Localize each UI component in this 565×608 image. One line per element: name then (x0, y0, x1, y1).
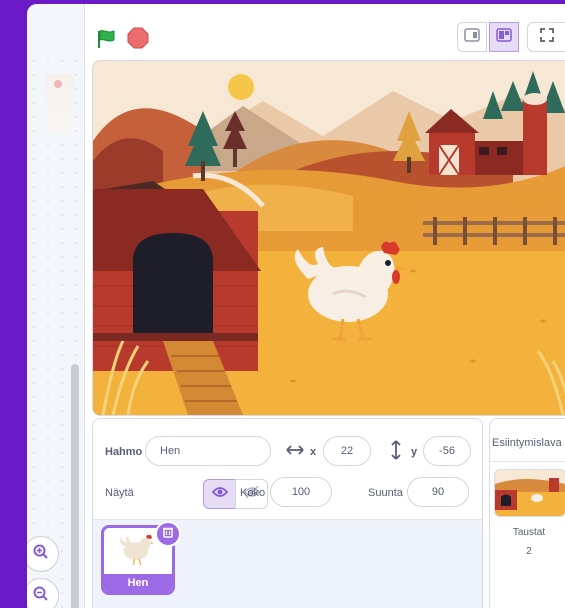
sprite-name-input[interactable]: Hen (145, 436, 271, 466)
zoom-out-icon (32, 585, 50, 608)
stop-button[interactable] (127, 27, 149, 54)
backdrops-label: Taustat (512, 527, 546, 538)
x-input[interactable]: 22 (323, 436, 371, 466)
eye-icon (211, 485, 228, 503)
y-label: y (411, 446, 418, 458)
y-value: -56 (439, 445, 455, 457)
y-input[interactable]: -56 (423, 436, 471, 466)
direction-value: 90 (431, 486, 445, 498)
fullscreen-icon (540, 27, 554, 47)
x-label: x (310, 446, 317, 458)
hen-sprite[interactable] (288, 239, 408, 349)
trash-icon (162, 525, 174, 543)
size-value: 100 (291, 486, 311, 498)
stage-selector-divider (490, 461, 565, 462)
fullscreen-button[interactable] (527, 22, 565, 52)
sprite-name-value: Hen (160, 445, 181, 457)
scratch-editor-window: Hahmo Hen x 22 y -56 Näytä Koko 100 Suun… (27, 4, 565, 608)
stop-icon (127, 27, 149, 53)
stage-selector-panel[interactable]: Esiintymislava Taustat 2 (489, 418, 565, 608)
large-stage-button[interactable] (489, 22, 519, 52)
small-stage-icon (464, 27, 480, 47)
code-area[interactable] (27, 4, 85, 608)
show-sprite-button[interactable] (203, 479, 236, 509)
backdrop-thumbnail-image (495, 470, 565, 516)
small-stage-button[interactable] (457, 22, 487, 52)
sprite-info-panel: Hahmo Hen x 22 y -56 Näytä Koko 100 Suun… (93, 419, 482, 520)
sprite-pane: Hahmo Hen x 22 y -56 Näytä Koko 100 Suun… (92, 418, 483, 608)
sprite-thumbnail-name: Hen (104, 574, 172, 592)
size-input[interactable]: 100 (270, 477, 332, 507)
code-area-scrollbar[interactable] (71, 364, 79, 608)
green-flag-button[interactable] (95, 28, 117, 55)
show-label: Näytä (105, 487, 134, 499)
direction-label: Suunta (368, 487, 403, 499)
horizontal-arrows-icon (286, 443, 304, 462)
direction-input[interactable]: 90 (407, 477, 469, 507)
backdrop-thumbnail[interactable] (494, 469, 565, 517)
stage-selector-title: Esiintymislava (492, 437, 562, 449)
stage[interactable] (92, 60, 565, 416)
stage-farm-backdrop (93, 61, 565, 415)
delete-sprite-button[interactable] (155, 521, 181, 547)
backdrops-count: 2 (526, 546, 532, 557)
vertical-arrows-icon (390, 440, 402, 465)
large-stage-icon (496, 27, 512, 47)
zoom-in-icon (32, 543, 50, 566)
green-flag-icon (95, 30, 117, 54)
sprite-label: Hahmo (105, 446, 143, 458)
hen-thumbnail-image (119, 534, 154, 566)
code-area-sprite-watermark-detail (54, 80, 62, 88)
x-value: 22 (340, 445, 354, 457)
size-label: Koko (240, 487, 266, 499)
